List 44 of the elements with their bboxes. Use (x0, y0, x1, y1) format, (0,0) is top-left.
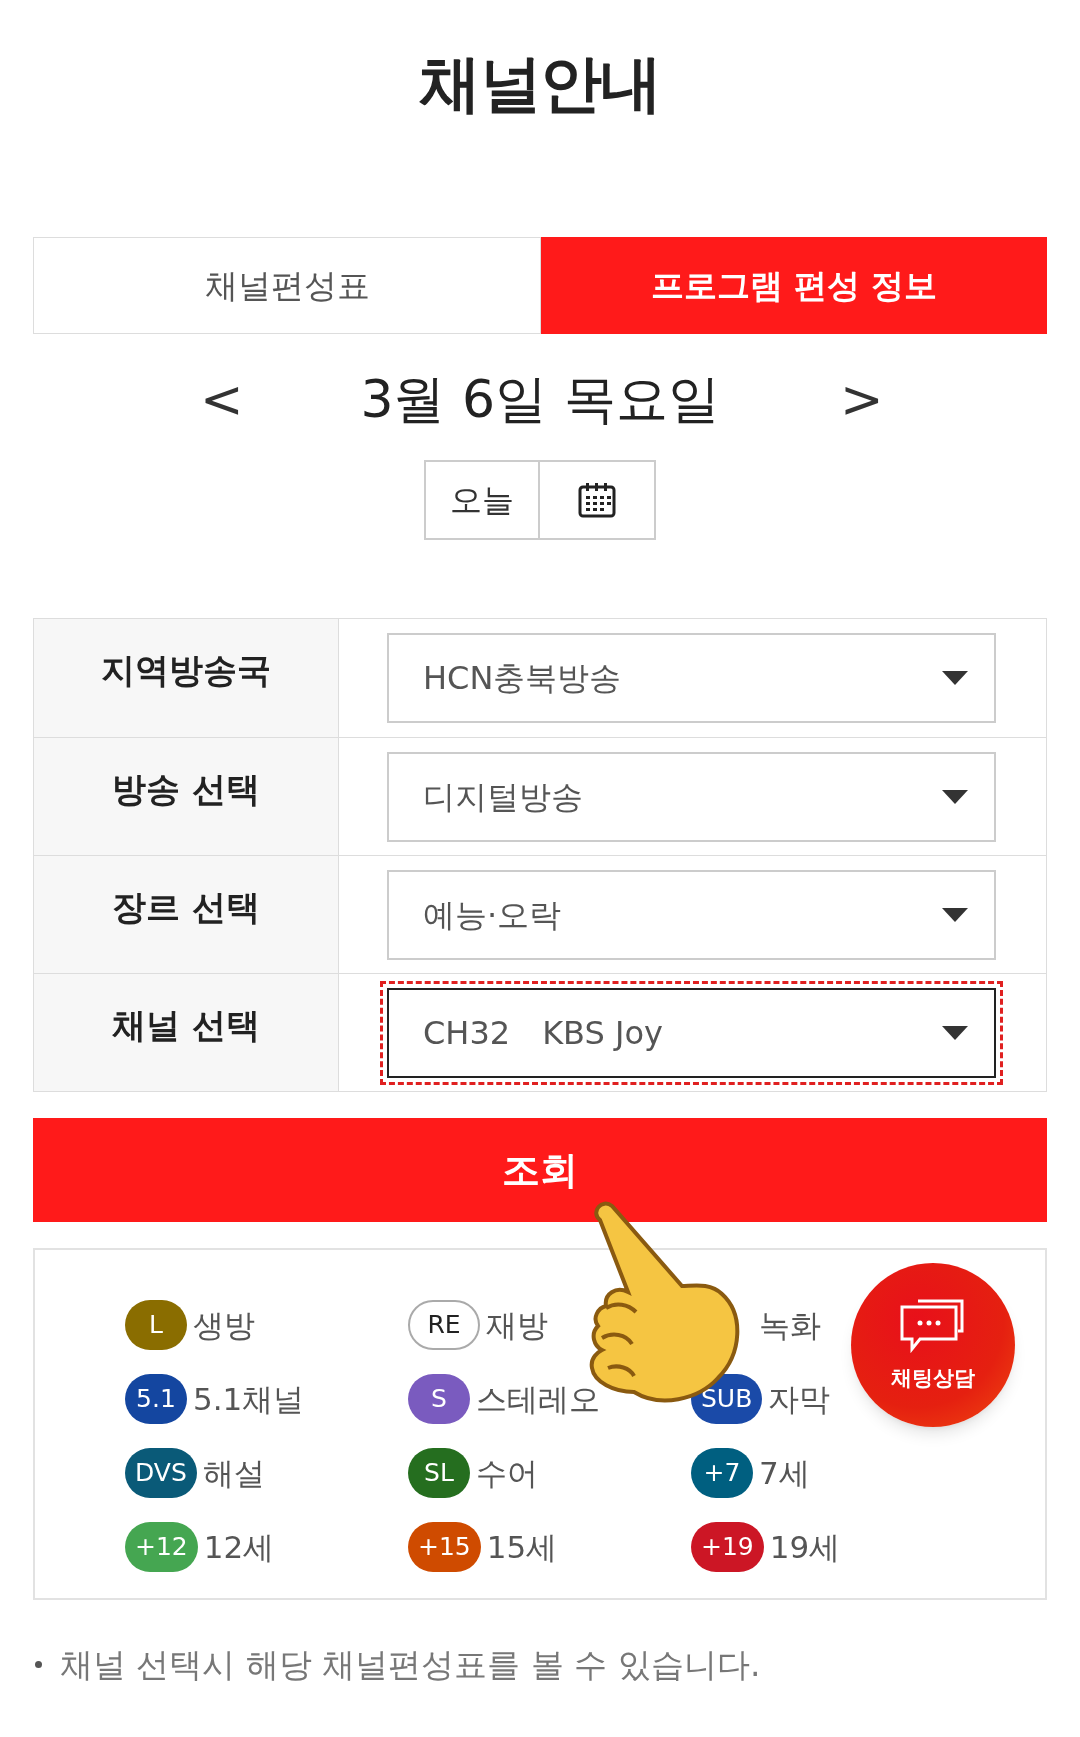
badge: 5.1 (125, 1374, 187, 1424)
legend-label: 녹화 (759, 1305, 821, 1345)
legend-label: 19세 (769, 1527, 841, 1567)
filter-label: 채널 선택 (112, 1004, 260, 1044)
badge: +19 (691, 1522, 764, 1572)
legend-label: 생방 (193, 1305, 255, 1345)
date-label: 3월 6일 목요일 (360, 368, 720, 431)
legend-label: 12세 (203, 1527, 275, 1567)
badge: DVS (125, 1448, 197, 1498)
calendar-icon (578, 482, 616, 518)
dropdown[interactable]: 예능·오락 (387, 869, 996, 960)
legend-label: 자막 (768, 1379, 831, 1419)
tab[interactable]: 프로그램 편성 정보 (541, 237, 1047, 334)
caret-down-icon (942, 907, 968, 922)
bullet-icon (35, 1661, 42, 1669)
tab[interactable]: 채널편성표 (33, 237, 541, 334)
previous-date-button[interactable]: < (200, 373, 240, 425)
filter-label: 방송 선택 (112, 768, 260, 808)
badge: L (125, 1300, 187, 1350)
legend-label: 스테레오 (476, 1379, 600, 1419)
caret-down-icon (942, 671, 968, 685)
filter-label: 지역방송국 (101, 649, 271, 689)
page-title: 채널안내 (419, 46, 661, 122)
badge: +15 (408, 1522, 481, 1572)
badge: SL (408, 1448, 470, 1498)
caret-down-icon (942, 1025, 968, 1040)
dropdown[interactable]: 디지털방송 (387, 751, 996, 842)
badge: +12 (125, 1522, 198, 1572)
legend-label: 수어 (476, 1453, 538, 1493)
note-text: 채널 선택시 해당 채널편성표를 볼 수 있습니다. (60, 1644, 761, 1686)
badge: +7 (691, 1448, 753, 1498)
dropdown[interactable]: HCN충북방송 (387, 633, 996, 723)
filter-label: 장르 선택 (112, 886, 260, 926)
chat-button[interactable]: 채팅상담 (851, 1263, 1015, 1427)
legend-label: 해설 (202, 1453, 265, 1493)
legend-label: 7세 (759, 1453, 810, 1493)
caret-down-icon (942, 789, 968, 804)
legend-label: 15세 (486, 1527, 558, 1567)
badge: S (408, 1374, 470, 1424)
legend-label: 재방 (486, 1305, 548, 1345)
legend-label: 5.1채널 (193, 1379, 305, 1419)
badge: RE (408, 1300, 480, 1350)
next-date-button[interactable]: > (840, 373, 880, 425)
search-button[interactable]: 조회 (33, 1118, 1047, 1222)
